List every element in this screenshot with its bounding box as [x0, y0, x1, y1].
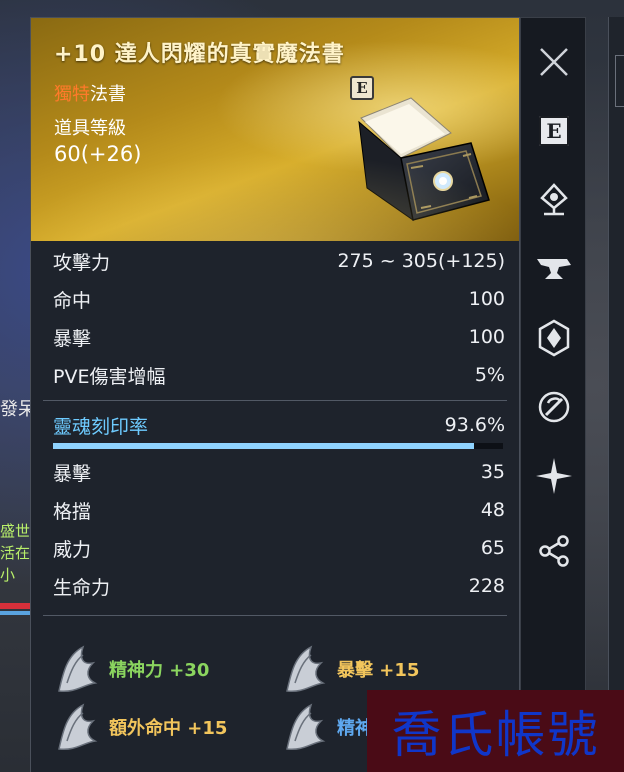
divider	[43, 400, 507, 401]
watermark: 喬氏帳號	[367, 690, 624, 772]
stat-row: 暴擊 100	[31, 318, 519, 356]
grade-e-letter: E	[539, 116, 569, 146]
stat-value: 228	[468, 575, 505, 597]
stat-row: 攻擊力 275 ~ 305(+125)	[31, 242, 519, 280]
wing-icon	[286, 645, 326, 693]
stat-value: 48	[480, 499, 505, 521]
background-guild-line: 小	[0, 566, 16, 584]
soul-imprint-value: 93.6%	[444, 414, 505, 436]
grade-badge: E	[350, 76, 374, 100]
gem-socket-icon[interactable]	[534, 180, 574, 220]
wing-icon	[286, 703, 326, 751]
background-guild-text: 盛世 活在 小	[0, 520, 32, 586]
spellbook-icon	[358, 97, 490, 222]
soul-imprint-label: 靈魂刻印率	[53, 415, 149, 438]
stat-value: 275 ~ 305(+125)	[337, 250, 505, 272]
item-level-label: 道具等級	[54, 118, 126, 139]
stat-label: 威力	[53, 538, 92, 561]
stat-value: 5%	[474, 364, 505, 386]
background-mp-bar	[0, 611, 32, 615]
effect-item: 額外命中 +15	[53, 701, 227, 753]
effect-text: 額外命中 +15	[109, 718, 228, 739]
stat-label: 攻擊力	[53, 251, 111, 274]
stat-label: 格擋	[53, 500, 92, 523]
effect-item: 暴擊 +15	[281, 643, 419, 695]
stat-label: 暴擊	[53, 462, 92, 485]
soul-icon[interactable]	[534, 387, 574, 427]
soul-imprint-bar	[53, 443, 503, 449]
stats-section: 攻擊力 275 ~ 305(+125) 命中 100 暴擊 100 PVE傷害增幅 5%…	[31, 242, 519, 622]
effect-item: 精神	[281, 701, 373, 753]
stat-label: PVE傷害增幅	[53, 365, 166, 388]
stat-label: 命中	[53, 289, 92, 312]
item-title: +10 達人閃耀的真實魔法書	[54, 42, 345, 67]
background-guild-line: 盛世	[0, 522, 31, 540]
stat-row: 暴擊 35	[31, 453, 519, 491]
stat-row: 威力 65	[31, 529, 519, 567]
stat-value: 35	[480, 461, 505, 483]
grade-e-icon[interactable]: E	[534, 111, 574, 151]
stat-row: 生命力 228	[31, 567, 519, 605]
wing-icon	[58, 703, 98, 751]
star-burst-icon[interactable]	[534, 456, 574, 496]
effect-item: 精神力 +30	[53, 643, 209, 695]
stat-value: 100	[468, 326, 505, 348]
stat-value: 65	[480, 537, 505, 559]
background-hp-bar	[0, 603, 32, 609]
close-icon[interactable]	[534, 42, 574, 82]
item-tooltip: +10 達人閃耀的真實魔法書 獨特法書 道具等級 60(+26) E 攻擊力 27…	[30, 17, 520, 772]
anvil-icon[interactable]	[534, 249, 574, 289]
share-icon[interactable]	[534, 531, 574, 571]
effect-text: 暴擊 +15	[337, 660, 420, 681]
item-type-suffix: 法書	[90, 84, 126, 105]
soul-imprint-fill	[53, 443, 475, 449]
divider	[43, 615, 507, 616]
wing-icon	[58, 645, 98, 693]
effect-text: 精神力 +30	[109, 660, 210, 681]
soul-imprint-row: 靈魂刻印率 93.6%	[31, 407, 519, 443]
stat-row: 格擋 48	[31, 491, 519, 529]
background-guild-line: 活在	[0, 544, 31, 562]
stat-label: 生命力	[53, 576, 111, 599]
background-player-name: 發呆	[0, 399, 32, 420]
item-header: +10 達人閃耀的真實魔法書 獨特法書 道具等級 60(+26) E	[31, 18, 519, 241]
tooltip-sidebar: E	[520, 17, 586, 772]
stat-row: 命中 100	[31, 280, 519, 318]
item-type: 獨特法書	[54, 80, 126, 106]
stat-value: 100	[468, 288, 505, 310]
stat-label: 暴擊	[53, 327, 92, 350]
stat-row: PVE傷害增幅 5%	[31, 356, 519, 394]
adjacent-window-edge	[608, 17, 624, 772]
crest-icon[interactable]	[534, 318, 574, 358]
item-type-highlight: 獨特	[54, 84, 90, 105]
item-level-value: 60(+26)	[54, 142, 142, 166]
